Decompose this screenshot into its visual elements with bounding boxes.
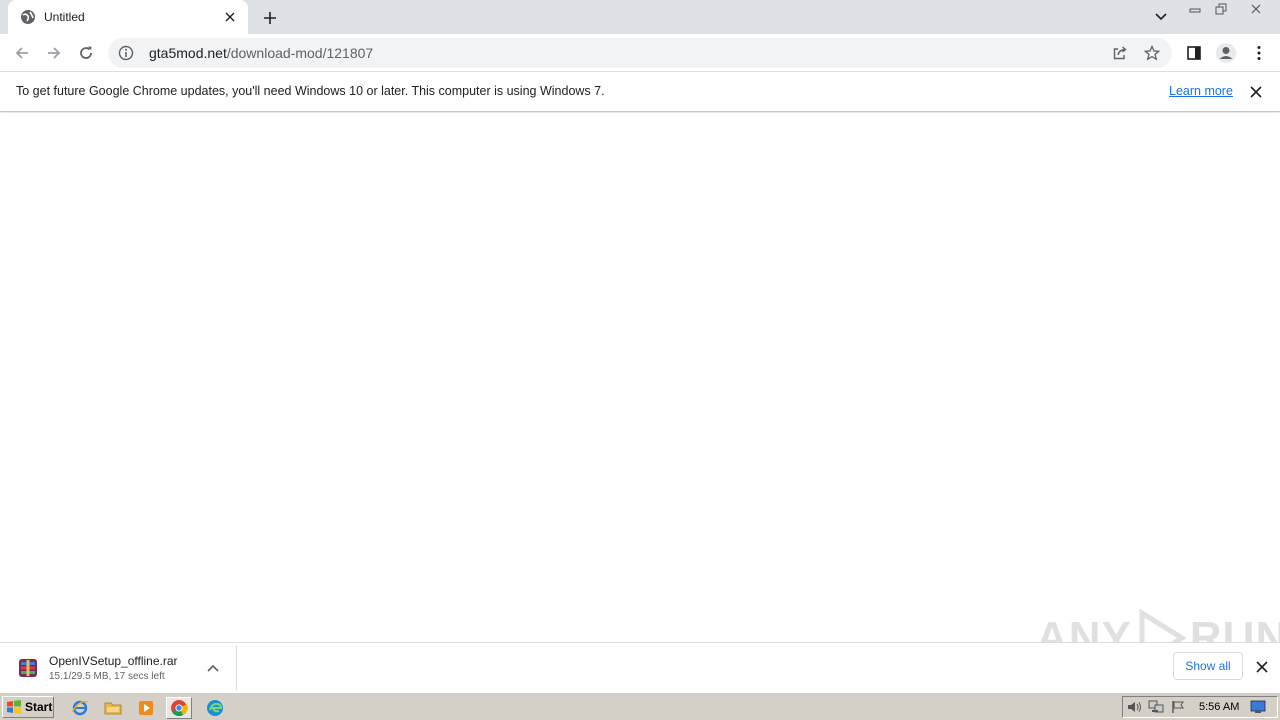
- url-path: /download-mod/121807: [226, 45, 374, 61]
- start-label: Start: [25, 700, 53, 714]
- download-item[interactable]: OpenIVSetup_offline.rar 15.1/29.5 MB, 17…: [6, 646, 237, 690]
- learn-more-link[interactable]: Learn more: [1169, 84, 1233, 98]
- bookmark-star-icon[interactable]: [1140, 41, 1164, 65]
- show-desktop-icon[interactable]: [1247, 697, 1269, 717]
- url-domain: gta5mod.net: [149, 45, 227, 61]
- chevron-up-icon[interactable]: [202, 657, 224, 679]
- edge-icon[interactable]: [202, 697, 228, 719]
- browser-toolbar: gta5mod.net/download-mod/121807: [0, 34, 1280, 72]
- share-icon[interactable]: [1108, 41, 1132, 65]
- show-all-button[interactable]: Show all: [1173, 652, 1243, 680]
- window-controls: [1182, 0, 1278, 18]
- address-bar[interactable]: gta5mod.net/download-mod/121807: [108, 38, 1172, 68]
- close-tab-icon[interactable]: [222, 9, 238, 25]
- page-content: [0, 113, 1280, 642]
- site-info-icon[interactable]: [118, 45, 134, 61]
- forward-icon[interactable]: [40, 39, 68, 67]
- media-player-icon[interactable]: [133, 697, 159, 719]
- chevron-down-icon[interactable]: [1151, 8, 1171, 26]
- tab-title: Untitled: [44, 10, 85, 24]
- close-shelf-icon[interactable]: [1253, 658, 1271, 676]
- download-shelf: OpenIVSetup_offline.rar 15.1/29.5 MB, 17…: [0, 642, 1280, 692]
- close-infobar-icon[interactable]: [1248, 84, 1264, 100]
- kebab-menu-icon[interactable]: [1245, 39, 1273, 67]
- chrome-icon[interactable]: [166, 697, 192, 719]
- winrar-archive-icon: [19, 659, 37, 677]
- action-center-flag-icon[interactable]: [1167, 697, 1189, 717]
- tab-untitled[interactable]: Untitled: [8, 0, 248, 34]
- windows-flag-icon: [7, 700, 21, 714]
- download-status: 15.1/29.5 MB, 17 secs left: [49, 671, 165, 682]
- folder-icon[interactable]: [100, 697, 126, 719]
- infobar-message: To get future Google Chrome updates, you…: [16, 84, 605, 98]
- minimize-icon[interactable]: [1182, 0, 1208, 18]
- volume-icon[interactable]: [1123, 697, 1145, 717]
- side-panel-icon[interactable]: [1180, 39, 1208, 67]
- omnibox-actions: [1108, 41, 1164, 65]
- back-icon[interactable]: [8, 39, 36, 67]
- new-tab-icon[interactable]: [259, 7, 281, 29]
- network-icon[interactable]: [1145, 697, 1167, 717]
- url-text: gta5mod.net/download-mod/121807: [149, 45, 373, 61]
- restore-icon[interactable]: [1208, 0, 1234, 18]
- download-filename: OpenIVSetup_offline.rar: [49, 654, 178, 668]
- tab-strip: Untitled: [0, 0, 1280, 34]
- profile-avatar-icon[interactable]: [1212, 39, 1240, 67]
- reload-icon[interactable]: [72, 39, 100, 67]
- update-infobar: To get future Google Chrome updates, you…: [0, 72, 1280, 112]
- download-text: OpenIVSetup_offline.rar 15.1/29.5 MB, 17…: [49, 654, 202, 682]
- windows-taskbar: Start 5:56 AM: [0, 692, 1280, 720]
- globe-icon: [20, 9, 36, 25]
- taskbar-clock: 5:56 AM: [1199, 701, 1240, 713]
- ie-icon[interactable]: [67, 697, 93, 719]
- close-window-icon[interactable]: [1234, 0, 1278, 18]
- system-tray: 5:56 AM: [1122, 696, 1278, 718]
- start-button[interactable]: Start: [2, 696, 54, 718]
